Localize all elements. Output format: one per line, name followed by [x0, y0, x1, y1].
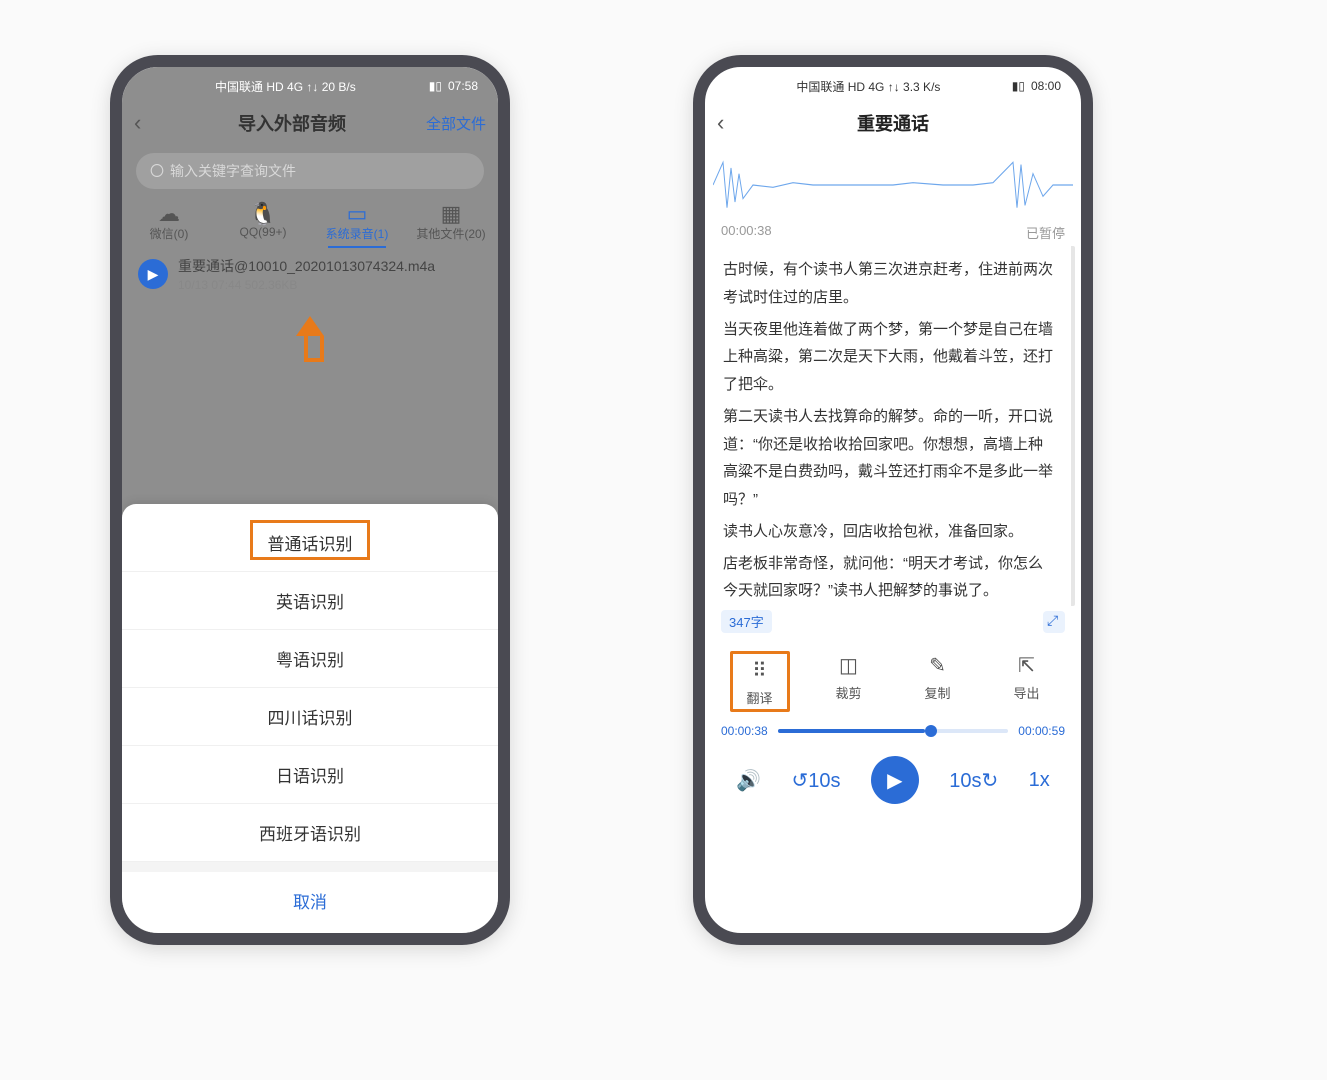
battery-icon: ▮▯: [429, 79, 442, 93]
opt-label: 四川话识别: [268, 709, 353, 728]
opt-mandarin[interactable]: 普通话识别: [122, 514, 498, 572]
seek-knob[interactable]: [925, 725, 937, 737]
transcript-line: 第二天读书人去找算命的解梦。命的一听，开口说道：“你还是收拾收拾回家吧。你想想，…: [723, 403, 1053, 514]
forward-10s-icon[interactable]: 10s↻: [949, 768, 998, 793]
carrier-label: 中国联通: [796, 80, 844, 94]
net-label: HD 4G ↑↓ 3.3 K/s: [848, 80, 941, 94]
tab-qq[interactable]: 🐧QQ(99+): [227, 201, 299, 242]
page-title: 导入外部音频: [158, 110, 426, 136]
opt-english[interactable]: 英语识别: [122, 572, 498, 630]
search-placeholder: 输入关键字查询文件: [170, 161, 296, 181]
time-state: 已暂停: [1026, 223, 1065, 242]
carrier-label: 中国联通: [215, 80, 263, 94]
tab-label: 微信(0): [150, 227, 189, 241]
grid-icon: ▦: [415, 201, 487, 225]
trim-button[interactable]: ◫ 裁剪: [819, 651, 879, 712]
opt-label: 西班牙语识别: [259, 825, 361, 844]
transcript-line: 当天夜里他连着做了两个梦，第一个梦是自己在墙上种高粱，第二次是天下大雨，他戴着斗…: [723, 316, 1053, 399]
transcript-line: 古时候，有个读书人第三次进京赶考，住进前两次考试时住过的店里。: [723, 256, 1053, 312]
tool-label: 裁剪: [835, 686, 861, 701]
copy-icon: ✎: [924, 651, 952, 679]
opt-cantonese[interactable]: 粤语识别: [122, 630, 498, 688]
net-label: HD 4G ↑↓ 20 B/s: [266, 80, 355, 94]
time-row: 00:00:38 已暂停: [705, 219, 1081, 246]
waveform[interactable]: [713, 151, 1073, 219]
battery-icon: ▮▯: [1012, 79, 1025, 93]
clock-label: 07:58: [448, 79, 478, 93]
annotation-arrow-icon: [286, 316, 334, 364]
volume-icon[interactable]: 🔊: [736, 768, 761, 793]
opt-label: 粤语识别: [276, 651, 344, 670]
qq-icon: 🐧: [227, 201, 299, 225]
phone-left: 中国联通 HD 4G ↑↓ 20 B/s ▮▯ 07:58 ‹ 导入外部音频 全部…: [110, 55, 510, 945]
tool-label: 复制: [924, 686, 950, 701]
tab-system-rec[interactable]: ▭ 系统录音(1): [321, 201, 393, 242]
seek-progress: [778, 729, 926, 733]
count-row: 347字: [705, 606, 1081, 637]
wechat-icon: ☁: [133, 201, 205, 225]
tool-label: 翻译: [746, 691, 772, 706]
export-button[interactable]: ⇱ 导出: [997, 651, 1057, 712]
seek-duration: 00:00:59: [1018, 724, 1065, 738]
seek-current: 00:00:38: [721, 724, 768, 738]
tab-wechat[interactable]: ☁ 微信(0): [133, 201, 205, 242]
cancel-label: 取消: [293, 893, 327, 912]
translate-button[interactable]: ⠿ 翻译: [730, 651, 790, 712]
playback-controls: 🔊 ↺10s ▶ 10s↻ 1x: [705, 746, 1081, 822]
opt-spanish[interactable]: 西班牙语识别: [122, 804, 498, 862]
nav-bar: ‹ 重要通话: [705, 99, 1081, 147]
back-icon[interactable]: ‹: [134, 110, 158, 136]
clock-label: 08:00: [1031, 79, 1061, 93]
file-name: 重要通话@10010_20201013074324.m4a: [178, 256, 435, 276]
transcript-area[interactable]: 古时候，有个读书人第三次进京赶考，住进前两次考试时住过的店里。 当天夜里他连着做…: [705, 246, 1075, 606]
seek-row: 00:00:38 00:00:59: [705, 716, 1081, 746]
cancel-button[interactable]: 取消: [122, 862, 498, 929]
nav-bar: ‹ 导入外部音频 全部文件: [122, 99, 498, 147]
transcript-line: 读书人心灰意冷，回店收拾包袱，准备回家。: [723, 518, 1053, 546]
tab-label: QQ(99+): [239, 225, 286, 239]
tab-label: 其他文件(20): [416, 227, 485, 241]
tab-label: 系统录音(1): [326, 227, 389, 241]
annotation-highlight-box: [250, 520, 370, 560]
play-icon[interactable]: ▶: [138, 259, 168, 289]
transcript-line: 店老板非常奇怪，就问他：“明天才考试，你怎么今天就回家呀？”读书人把解梦的事说了…: [723, 550, 1053, 606]
search-input[interactable]: 〇 输入关键字查询文件: [136, 153, 484, 189]
phone-right: 中国联通 HD 4G ↑↓ 3.3 K/s ▮▯ 08:00 ‹ 重要通话 00:…: [693, 55, 1093, 945]
all-files-link[interactable]: 全部文件: [426, 113, 486, 134]
opt-sichuan[interactable]: 四川话识别: [122, 688, 498, 746]
play-button[interactable]: ▶: [871, 756, 919, 804]
opt-label: 英语识别: [276, 593, 344, 612]
search-icon: 〇: [150, 161, 164, 181]
time-position: 00:00:38: [721, 223, 772, 242]
trim-icon: ◫: [835, 651, 863, 679]
expand-icon[interactable]: [1043, 611, 1065, 633]
tool-label: 导出: [1013, 686, 1039, 701]
status-bar: 中国联通 HD 4G ↑↓ 3.3 K/s ▮▯ 08:00: [705, 67, 1081, 99]
translate-icon: ⠿: [746, 656, 774, 684]
back-icon[interactable]: ‹: [717, 110, 741, 136]
source-tabs: ☁ 微信(0) 🐧QQ(99+) ▭ 系统录音(1) ▦ 其他文件(20): [122, 201, 498, 242]
phone-icon: ▭: [321, 201, 393, 225]
status-bar: 中国联通 HD 4G ↑↓ 20 B/s ▮▯ 07:58: [122, 67, 498, 99]
export-icon: ⇱: [1013, 651, 1041, 679]
toolbar: ⠿ 翻译 ◫ 裁剪 ✎ 复制 ⇱ 导出: [705, 637, 1081, 716]
word-count-badge: 347字: [721, 610, 772, 633]
rewind-10s-icon[interactable]: ↺10s: [791, 768, 840, 793]
opt-label: 日语识别: [276, 767, 344, 786]
file-meta: 10/13 07:44 502.36KB: [178, 278, 435, 292]
audio-file-item[interactable]: ▶ 重要通话@10010_20201013074324.m4a 10/13 07…: [122, 242, 498, 306]
language-sheet: 普通话识别 英语识别 粤语识别 四川话识别 日语识别 西班牙语识别 取消: [122, 504, 498, 933]
speed-toggle[interactable]: 1x: [1029, 769, 1050, 792]
seek-bar[interactable]: [778, 729, 1009, 733]
tab-other[interactable]: ▦ 其他文件(20): [415, 201, 487, 242]
copy-button[interactable]: ✎ 复制: [908, 651, 968, 712]
opt-japanese[interactable]: 日语识别: [122, 746, 498, 804]
page-title: 重要通话: [741, 110, 1045, 136]
